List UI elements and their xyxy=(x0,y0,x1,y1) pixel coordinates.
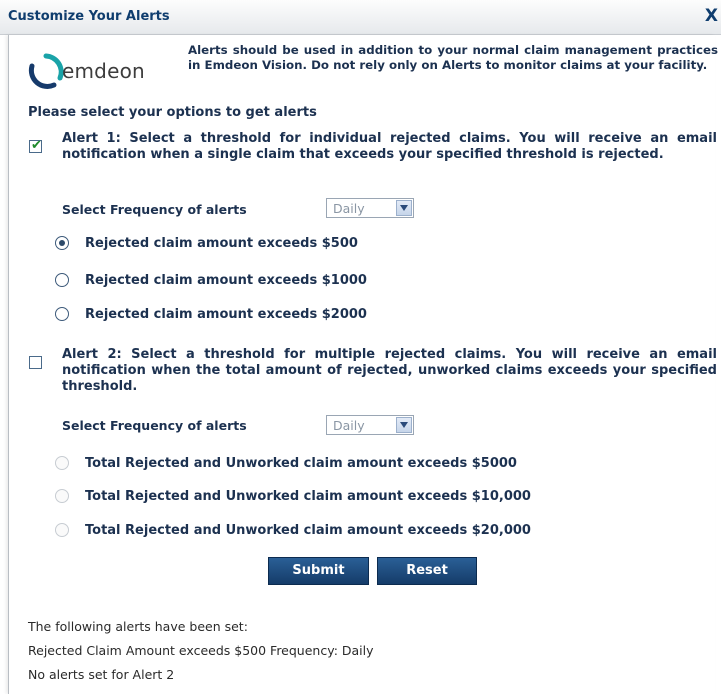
alert1-frequency-select[interactable]: Daily xyxy=(326,198,414,218)
submit-button[interactable]: Submit xyxy=(268,557,369,585)
dialog-title: Customize Your Alerts xyxy=(8,9,170,24)
status-heading: The following alerts have been set: xyxy=(28,619,248,634)
logo-arc-navy-icon xyxy=(28,63,57,89)
close-button[interactable]: X xyxy=(705,8,718,25)
alert2-frequency-select[interactable]: Daily xyxy=(326,415,414,435)
alert2-option-5000-radio[interactable] xyxy=(55,456,69,470)
alert2-description: Alert 2: Select a threshold for multiple… xyxy=(62,347,717,394)
alert1-option-2000-radio[interactable] xyxy=(55,307,69,321)
customize-alerts-dialog: Customize Your Alerts X emdeon Alerts sh… xyxy=(0,0,721,694)
select-options-heading: Please select your options to get alerts xyxy=(28,105,317,120)
alert1-option-500-label: Rejected claim amount exceeds $500 xyxy=(85,236,358,251)
logo-arc-teal-icon xyxy=(43,53,64,81)
alert1-option-1000-label: Rejected claim amount exceeds $1000 xyxy=(85,273,367,288)
checkmark-icon: ✔ xyxy=(31,138,42,153)
logo-wordmark: emdeon xyxy=(62,59,145,83)
chevron-down-icon[interactable] xyxy=(396,417,412,433)
alert1-option-1000-radio[interactable] xyxy=(55,273,69,287)
reset-button[interactable]: Reset xyxy=(377,557,477,585)
alerts-notice: Alerts should be used in addition to you… xyxy=(188,43,718,72)
status-alert1: Rejected Claim Amount exceeds $500 Frequ… xyxy=(28,643,374,658)
alert1-frequency-label: Select Frequency of alerts xyxy=(62,202,247,217)
alert2-option-20000-label: Total Rejected and Unworked claim amount… xyxy=(85,523,531,538)
alert2-option-10000-radio[interactable] xyxy=(55,489,69,503)
alert1-option-500-radio[interactable] xyxy=(55,236,69,250)
dialog-titlebar: Customize Your Alerts X xyxy=(0,0,721,35)
alert2-frequency-label: Select Frequency of alerts xyxy=(62,418,247,433)
alert2-checkbox[interactable] xyxy=(29,356,42,369)
alert2-frequency-value: Daily xyxy=(333,418,365,433)
alert2-option-10000-label: Total Rejected and Unworked claim amount… xyxy=(85,489,531,504)
alert2-option-20000-radio[interactable] xyxy=(55,523,69,537)
emdeon-logo xyxy=(28,53,64,89)
chevron-down-icon[interactable] xyxy=(396,200,412,216)
alert1-frequency-value: Daily xyxy=(333,201,365,216)
status-alert2: No alerts set for Alert 2 xyxy=(28,667,175,682)
alert1-description: Alert 1: Select a threshold for individu… xyxy=(62,131,717,162)
alert2-option-5000-label: Total Rejected and Unworked claim amount… xyxy=(85,456,517,471)
alert1-option-2000-label: Rejected claim amount exceeds $2000 xyxy=(85,307,367,322)
alert1-checkbox[interactable]: ✔ xyxy=(29,138,42,153)
